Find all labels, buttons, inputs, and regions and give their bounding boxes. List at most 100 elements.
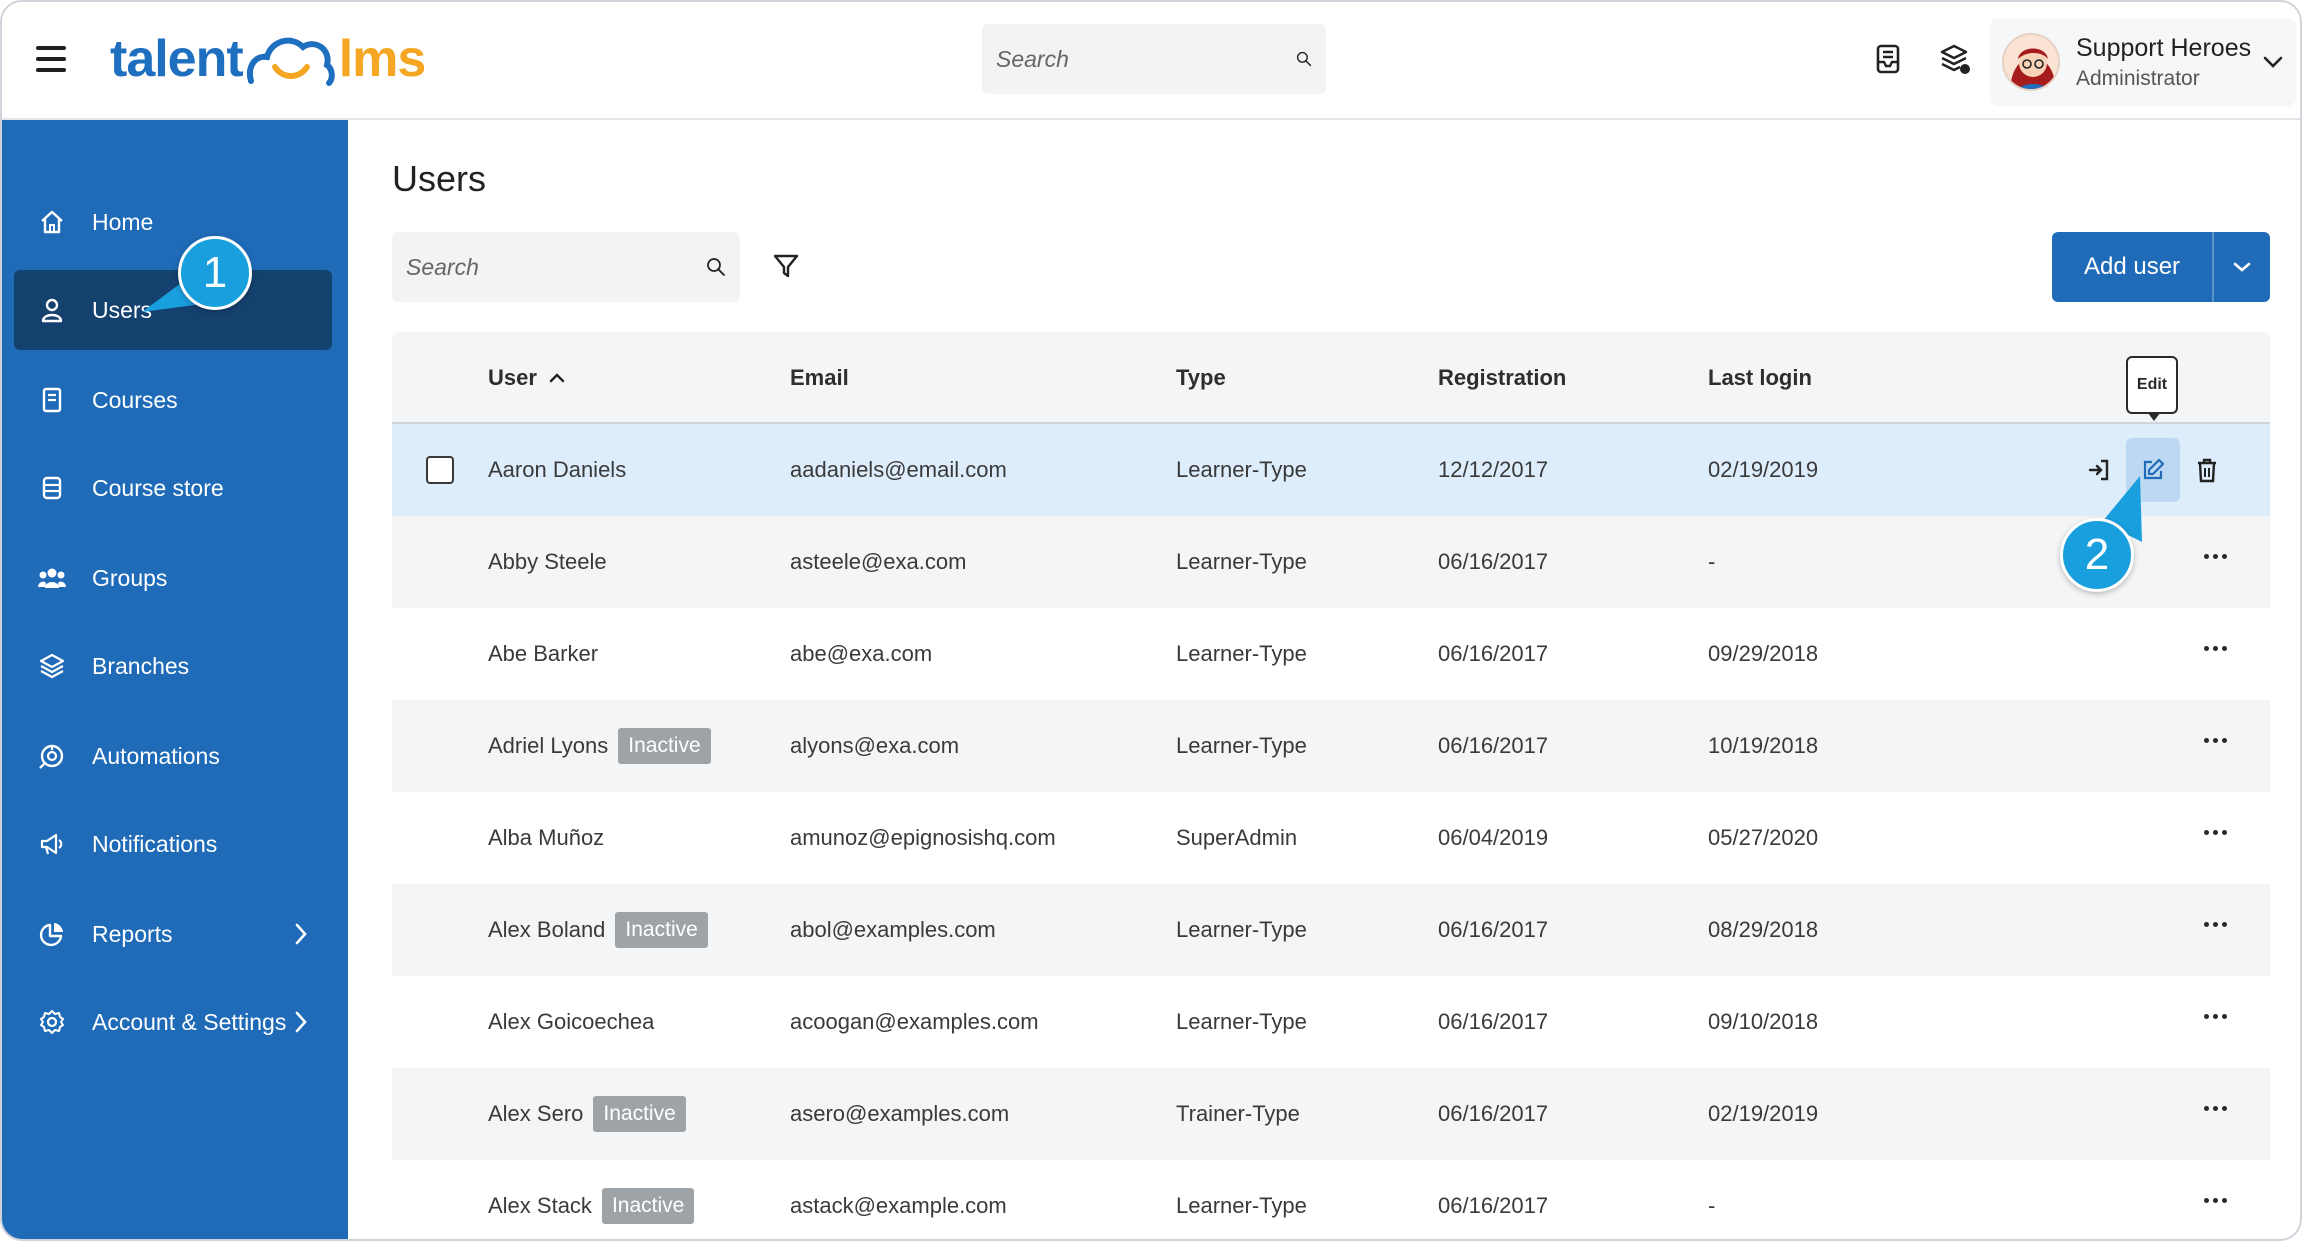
- user-name[interactable]: Abby Steele: [488, 516, 607, 608]
- sidebar-item-branches[interactable]: Branches: [14, 626, 332, 706]
- user-last-login: -: [1708, 549, 1716, 574]
- add-user-split-button: Add user: [2052, 232, 2270, 302]
- global-search[interactable]: [982, 24, 1326, 94]
- status-badge: Inactive: [615, 912, 708, 948]
- profile-menu[interactable]: Support Heroes Administrator: [1990, 18, 2296, 106]
- user-name[interactable]: Alex Goicoechea: [488, 976, 654, 1068]
- sidebar-item-courses[interactable]: Courses: [14, 360, 332, 440]
- hamburger-menu-icon[interactable]: [36, 46, 66, 72]
- more-options-icon[interactable]: [2204, 738, 2227, 743]
- sidebar-item-account-settings[interactable]: Account & Settings: [14, 982, 332, 1062]
- table-row[interactable]: Alba Muñoz amunoz@epignosishq.com SuperA…: [392, 792, 2270, 884]
- user-name[interactable]: Abe Barker: [488, 608, 598, 700]
- table-row[interactable]: Abby Steele asteele@exa.com Learner-Type…: [392, 516, 2270, 608]
- user-type: Learner-Type: [1176, 549, 1307, 574]
- user-registration: 06/04/2019: [1438, 825, 1549, 850]
- status-badge: Inactive: [593, 1096, 686, 1132]
- app-window: talent lms Search Support Heroes Adminis…: [0, 0, 2302, 1241]
- column-header-email[interactable]: Email: [790, 332, 849, 424]
- more-options-icon[interactable]: [2204, 1106, 2227, 1111]
- user-registration: 12/12/2017: [1438, 457, 1549, 482]
- sidebar-item-notifications[interactable]: Notifications: [14, 804, 332, 884]
- user-type: Learner-Type: [1176, 733, 1307, 758]
- profile-text: Support Heroes Administrator: [2076, 34, 2251, 91]
- user-email: asteele@exa.com: [790, 549, 967, 574]
- global-search-input[interactable]: [996, 45, 1296, 73]
- users-search[interactable]: [392, 232, 740, 302]
- user-email: asero@examples.com: [790, 1101, 1010, 1126]
- column-header-registration[interactable]: Registration: [1438, 332, 1566, 424]
- row-checkbox[interactable]: [426, 456, 454, 484]
- table-row[interactable]: Abe Barker abe@exa.com Learner-Type 06/1…: [392, 608, 2270, 700]
- user-name[interactable]: Alex Sero: [488, 1101, 583, 1127]
- user-name[interactable]: Alex Stack: [488, 1193, 592, 1219]
- trash-icon[interactable]: [2180, 438, 2234, 502]
- user-type: Learner-Type: [1176, 917, 1307, 942]
- logo-cloud-icon: [246, 37, 335, 86]
- user-name-cell: Alex Sero Inactive: [488, 1068, 686, 1160]
- more-options-icon[interactable]: [2204, 1198, 2227, 1203]
- user-last-login: 09/10/2018: [1708, 1009, 1819, 1034]
- sidebar-item-groups[interactable]: Groups: [14, 538, 332, 618]
- megaphone-icon: [36, 828, 68, 860]
- user-email: abol@examples.com: [790, 917, 996, 942]
- logo-text-talent: talent: [110, 30, 244, 88]
- add-user-button[interactable]: Add user: [2052, 232, 2212, 302]
- layers-switch-icon[interactable]: [1936, 40, 1972, 78]
- column-header-last-login[interactable]: Last login: [1708, 332, 1812, 424]
- chevron-right-icon: [295, 1011, 307, 1033]
- book-icon: [36, 384, 68, 416]
- search-icon[interactable]: [1296, 44, 1312, 74]
- sidebar-item-label: Home: [92, 208, 154, 235]
- chevron-down-icon[interactable]: [2262, 55, 2284, 69]
- table-row[interactable]: Alex Sero Inactive asero@examples.com Tr…: [392, 1068, 2270, 1160]
- table-header: User Email Type Registration Last login …: [392, 332, 2270, 424]
- profile-name: Support Heroes: [2076, 33, 2252, 62]
- user-registration: 06/16/2017: [1438, 641, 1549, 666]
- table-row[interactable]: Alex Stack Inactive astack@example.com L…: [392, 1160, 2270, 1239]
- user-registration: 06/16/2017: [1438, 1101, 1549, 1126]
- user-name[interactable]: Alex Boland: [488, 917, 605, 943]
- table-row[interactable]: Adriel Lyons Inactive alyons@exa.com Lea…: [392, 700, 2270, 792]
- more-options-icon[interactable]: [2204, 554, 2227, 559]
- step-callout-2: 2: [2060, 518, 2134, 592]
- more-options-icon[interactable]: [2204, 646, 2227, 651]
- more-options-icon[interactable]: [2204, 830, 2227, 835]
- step-callout-1: 1: [178, 236, 252, 310]
- messages-inbox-icon[interactable]: [1870, 40, 1906, 78]
- user-email: astack@example.com: [790, 1193, 1007, 1218]
- user-type: Learner-Type: [1176, 1193, 1307, 1218]
- users-table: User Email Type Registration Last login …: [392, 332, 2270, 1239]
- search-icon[interactable]: [706, 252, 726, 282]
- talentlms-logo[interactable]: talent lms: [110, 24, 426, 94]
- sidebar-item-label: Notifications: [92, 830, 218, 857]
- user-email: amunoz@epignosishq.com: [790, 825, 1056, 850]
- add-user-dropdown-button[interactable]: [2212, 232, 2270, 302]
- sidebar-item-label: Branches: [92, 652, 190, 679]
- layers-icon: [36, 650, 68, 682]
- chevron-down-icon: [2233, 262, 2251, 272]
- user-name[interactable]: Adriel Lyons: [488, 733, 608, 759]
- status-badge: Inactive: [601, 1188, 695, 1224]
- more-options-icon[interactable]: [2204, 1014, 2227, 1019]
- user-name[interactable]: Alba Muñoz: [488, 792, 604, 884]
- sidebar-item-automations[interactable]: Automations: [14, 716, 332, 796]
- page-title: Users: [392, 158, 487, 199]
- user-name-cell: Alex Stack Inactive: [488, 1160, 695, 1239]
- table-row[interactable]: Alex Goicoechea acoogan@examples.com Lea…: [392, 976, 2270, 1068]
- edit-tooltip: Edit: [2126, 356, 2178, 421]
- user-icon: [36, 294, 68, 326]
- sort-ascending-icon[interactable]: [549, 373, 565, 383]
- column-header-type[interactable]: Type: [1176, 332, 1226, 424]
- home-icon: [36, 206, 68, 238]
- sidebar-item-reports[interactable]: Reports: [14, 894, 332, 974]
- column-header-user[interactable]: User: [488, 332, 565, 424]
- sidebar-item-course-store[interactable]: Course store: [14, 448, 332, 528]
- users-search-input[interactable]: [406, 253, 706, 281]
- table-row[interactable]: Aaron Daniels aadaniels@email.com Learne…: [392, 424, 2270, 516]
- table-row[interactable]: Alex Boland Inactive abol@examples.com L…: [392, 884, 2270, 976]
- filter-icon[interactable]: [772, 252, 800, 280]
- automation-icon: [36, 740, 68, 772]
- more-options-icon[interactable]: [2204, 922, 2227, 927]
- user-name[interactable]: Aaron Daniels: [488, 424, 626, 516]
